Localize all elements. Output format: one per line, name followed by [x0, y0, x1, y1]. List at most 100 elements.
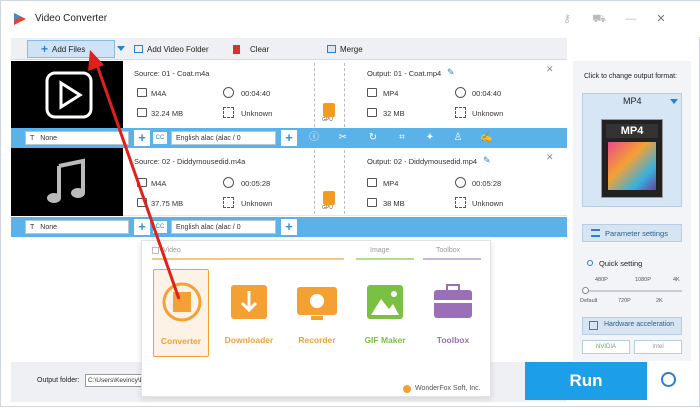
resolution-icon — [223, 197, 234, 208]
file-thumbnail — [11, 61, 123, 129]
quality-label: Default — [580, 298, 598, 304]
add-audio-button[interactable]: + — [281, 130, 297, 146]
crop-icon[interactable]: ⌗ — [396, 132, 408, 144]
cc-icon[interactable]: CC — [153, 221, 167, 233]
toolbox-tile[interactable]: Toolbox — [425, 269, 481, 357]
info-icon[interactable]: ⓘ — [308, 132, 320, 144]
remove-icon[interactable]: ✕ — [546, 152, 554, 163]
audio-value: English alac (alac / 0 — [176, 134, 241, 142]
size-icon — [367, 198, 377, 207]
key-icon[interactable]: ⚷ — [559, 11, 575, 27]
subtitle-select[interactable]: T None — [25, 131, 129, 145]
output-format-hint: Click to change output format: — [584, 73, 677, 80]
intel-option[interactable]: Intel — [634, 340, 682, 354]
quick-setting-label: Quick setting — [599, 259, 643, 268]
trash-icon — [233, 44, 240, 54]
clock-icon — [223, 87, 234, 98]
mp4-format-image: MP4 — [601, 119, 663, 198]
file-thumbnail — [11, 148, 123, 216]
gpu-label: GPU — [322, 117, 333, 123]
effects-icon[interactable]: ✦ — [424, 132, 436, 144]
recorder-tile[interactable]: Recorder — [289, 269, 345, 357]
run-button[interactable]: Run — [525, 362, 647, 400]
downloader-tile[interactable]: Downloader — [221, 269, 277, 357]
resolution-icon — [223, 107, 234, 118]
settings-icon — [591, 229, 600, 237]
quality-slider[interactable] — [586, 290, 682, 292]
chip-icon — [589, 321, 598, 330]
merge-button[interactable]: Merge — [327, 41, 363, 57]
clock-icon — [455, 177, 466, 188]
intel-label: Intel — [652, 344, 664, 350]
resolution-icon — [455, 197, 466, 208]
converter-label: Converter — [160, 336, 202, 346]
audio-select[interactable]: English alac (alac / 0 — [171, 131, 276, 145]
alarm-clock-icon[interactable] — [661, 372, 676, 387]
add-video-folder-button[interactable]: Add Video Folder — [134, 41, 209, 57]
add-files-group[interactable]: + Add Files — [41, 41, 85, 57]
size-icon — [137, 198, 147, 207]
clear-button[interactable]: Clear — [233, 41, 269, 57]
source-format: M4A — [151, 179, 167, 188]
quality-label: 480P — [595, 277, 608, 283]
edit-icon[interactable]: ✎ — [483, 155, 491, 166]
clear-label: Clear — [250, 44, 270, 54]
toolbox-section-line — [423, 258, 481, 260]
app-title: Video Converter — [35, 13, 108, 24]
audio-select[interactable]: English alac (alac / 0 — [171, 220, 276, 234]
minimize-button[interactable]: — — [623, 11, 639, 27]
add-audio-button[interactable]: + — [281, 219, 297, 235]
copyright-text: WonderFox Soft, Inc. — [415, 385, 481, 392]
output-format: MP4 — [383, 179, 399, 188]
nvidia-option[interactable]: NVIDIA — [582, 340, 630, 354]
play-icon — [45, 71, 93, 119]
video-section-line — [152, 258, 344, 260]
close-button[interactable]: ✕ — [653, 11, 669, 27]
folder-icon — [134, 45, 143, 53]
gif-maker-tile[interactable]: GIF Maker — [357, 269, 413, 357]
chevron-down-icon — [670, 99, 678, 104]
output-duration: 00:04:40 — [472, 89, 502, 98]
edit-icon[interactable]: ✎ — [447, 67, 455, 78]
converter-icon — [162, 282, 202, 322]
subtitle-select[interactable]: T None — [25, 220, 129, 234]
source-resolution: Unknown — [241, 109, 273, 118]
toolbox-label: Toolbox — [436, 335, 470, 345]
watermark-icon[interactable]: ♙ — [452, 132, 464, 144]
gpu-icon — [323, 103, 335, 117]
wonderfox-logo-icon — [403, 385, 411, 393]
clock-icon — [223, 177, 234, 188]
section-video: Video — [163, 247, 181, 254]
mp4-format-image-text: MP4 — [606, 124, 658, 138]
edit-subtitle-icon[interactable]: ✍ — [480, 132, 492, 144]
add-subtitle-button[interactable]: + — [134, 219, 150, 235]
converter-tile[interactable]: Converter — [153, 269, 209, 357]
cut-icon[interactable]: ✂ — [337, 132, 349, 144]
divider — [344, 63, 345, 127]
gpu-icon — [323, 191, 335, 205]
add-subtitle-button[interactable]: + — [134, 130, 150, 146]
quality-label: 2K — [656, 298, 663, 304]
output-resolution: Unknown — [472, 109, 504, 118]
rotate-icon[interactable]: ↻ — [367, 132, 379, 144]
gif-maker-icon — [367, 285, 403, 319]
gif-maker-label: GIF Maker — [364, 335, 406, 345]
cart-icon[interactable]: ⛟ — [591, 11, 607, 27]
quality-slider-handle[interactable] — [582, 287, 589, 294]
source-size: 32.24 MB — [151, 109, 184, 118]
mp4-art — [608, 142, 656, 190]
toolbox-icon — [434, 284, 472, 318]
add-files-dropdown-icon[interactable] — [117, 46, 125, 51]
divider — [344, 150, 345, 214]
quality-label: 720P — [618, 298, 631, 304]
cc-icon[interactable]: CC — [153, 132, 167, 144]
gpu-label: GPU — [322, 205, 333, 211]
audio-value: English alac (alac / 0 — [176, 223, 241, 231]
format-icon — [367, 88, 377, 97]
remove-icon[interactable]: ✕ — [546, 64, 554, 75]
app-window: Video Converter ⚷ ⛟ — ✕ + Add Files Add … — [0, 0, 700, 407]
section-image: Image — [370, 247, 390, 254]
source-format: M4A — [151, 89, 167, 98]
output-folder-field[interactable]: C:\Users\Kevincy\D — [85, 374, 143, 387]
size-icon — [367, 108, 377, 117]
